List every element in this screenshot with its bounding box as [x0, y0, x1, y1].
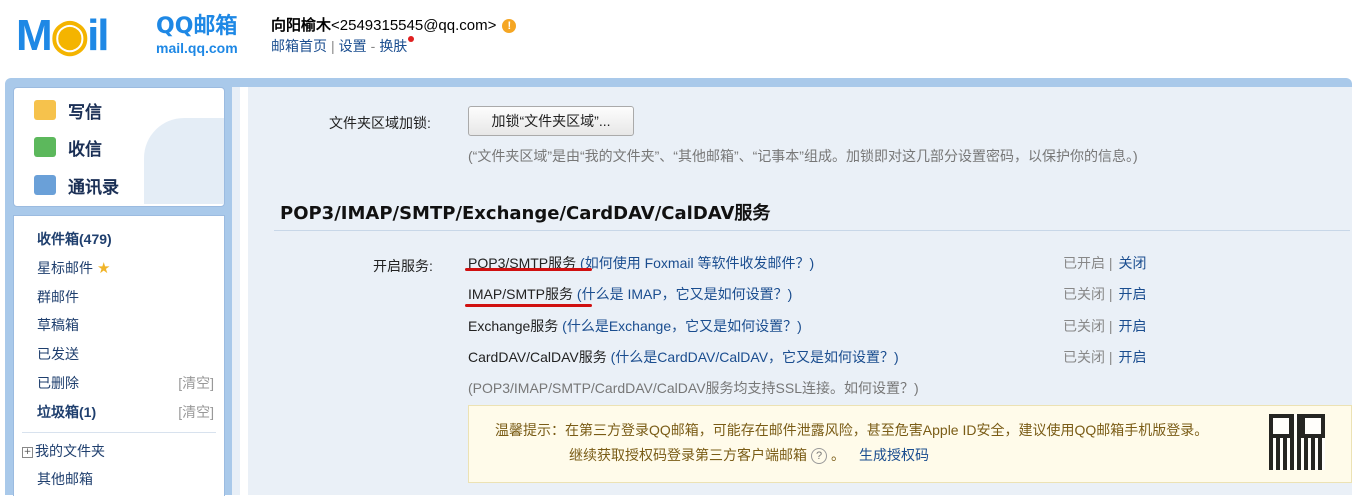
compose-button[interactable]: 写信 — [34, 95, 102, 125]
contacts-card-icon — [34, 175, 56, 195]
sidebar-actions: 写信 收信 通讯录 — [13, 87, 225, 207]
sidebar-item-my-folders[interactable]: + 我的文件夹 — [22, 441, 105, 461]
carddav-state: 已关闭 | — [1063, 349, 1113, 365]
download-icon — [34, 137, 56, 157]
star-icon: ★ — [97, 260, 111, 277]
user-email: <2549315545@qq.com> — [331, 17, 497, 34]
pop3-status: 已开启 | 关闭 — [1063, 253, 1147, 273]
exchange-status: 已关闭 | 开启 — [1063, 316, 1147, 336]
sidebar-item-group[interactable]: 群邮件 — [37, 287, 79, 307]
carddav-toggle-link[interactable]: 开启 — [1119, 349, 1147, 365]
user-name: 向阳榆木 — [271, 17, 332, 34]
carddav-name: CardDAV/CalDAV服务 — [468, 349, 607, 365]
red-underline-annotation — [465, 304, 592, 307]
starred-label: 星标邮件 — [37, 260, 93, 276]
user-info: 向阳榆木<2549315545@qq.com>! — [271, 14, 517, 35]
pop3-state: 已开启 | — [1063, 255, 1113, 271]
sidebar-item-inbox[interactable]: 收件箱(479) — [37, 229, 112, 249]
header: M◉il QQ邮箱 mail.qq.com 向阳榆木<2549315545@qq… — [0, 0, 1352, 80]
warning-tip-box: 温馨提示：在第三方登录QQ邮箱，可能存在邮件泄露风险，甚至危害Apple ID安… — [468, 405, 1352, 483]
sidebar-item-drafts[interactable]: 草稿箱 — [37, 315, 79, 335]
carddav-help-link[interactable]: (什么是CardDAV/CalDAV，它又是如何设置？) — [611, 349, 899, 365]
top-links: 邮箱首页 | 设置 - 换肤 — [271, 36, 415, 56]
pencil-icon — [34, 100, 56, 120]
contacts-label: 通讯录 — [68, 177, 119, 198]
service-row-carddav: CardDAV/CalDAV服务 (什么是CardDAV/CalDAV，它又是如… — [468, 347, 899, 367]
empty-deleted-button[interactable]: [清空] — [178, 373, 214, 393]
tip-line-1: 温馨提示：在第三方登录QQ邮箱，可能存在邮件泄露风险，甚至危害Apple ID安… — [495, 422, 1209, 438]
sidebar-folders: 收件箱(479) 星标邮件 ★ 群邮件 草稿箱 已发送 已删除 [清空] 垃圾箱(… — [13, 215, 225, 496]
lock-label: 文件夹区域加锁: — [329, 115, 431, 131]
skin-link[interactable]: 换肤 — [379, 38, 407, 54]
sidebar-item-starred[interactable]: 星标邮件 ★ — [37, 258, 110, 278]
pop3-toggle-link[interactable]: 关闭 — [1119, 255, 1147, 271]
section-divider — [274, 230, 1350, 231]
exchange-help-link[interactable]: (什么是Exchange，它又是如何设置？) — [562, 318, 802, 334]
sidebar-item-deleted[interactable]: 已删除 — [37, 373, 79, 393]
sidebar-divider — [22, 432, 216, 433]
my-folders-label: 我的文件夹 — [35, 443, 105, 459]
generate-auth-code-link[interactable]: 生成授权码 — [859, 447, 929, 463]
sidebar-item-sent[interactable]: 已发送 — [37, 344, 79, 364]
service-row-imap: IMAP/SMTP服务 (什么是 IMAP，它又是如何设置？) — [468, 284, 792, 304]
lock-note: (“文件夹区域”是由“我的文件夹”、“其他邮箱”、“记事本”组成。加锁即对这几部… — [468, 148, 1138, 164]
help-question-icon[interactable]: ? — [811, 448, 827, 465]
imap-status: 已关闭 | 开启 — [1063, 284, 1147, 304]
carddav-status: 已关闭 | 开启 — [1063, 347, 1147, 367]
qr-code-icon — [1269, 414, 1325, 470]
exchange-state: 已关闭 | — [1063, 318, 1113, 334]
imap-state: 已关闭 | — [1063, 286, 1113, 302]
imap-name: IMAP/SMTP服务 — [468, 286, 574, 302]
pop3-help-link[interactable]: (如何使用 Foxmail 等软件收发邮件？) — [580, 255, 814, 271]
qq-mail-logo[interactable]: M◉il QQ邮箱 mail.qq.com — [16, 12, 251, 62]
logo-mail-text: M◉il — [16, 11, 110, 60]
notification-dot-icon — [408, 36, 415, 42]
warning-icon[interactable]: ! — [502, 19, 517, 34]
penguin-watermark-icon — [144, 118, 224, 204]
logo-domain-text: mail.qq.com — [156, 40, 238, 56]
service-row-exchange: Exchange服务 (什么是Exchange，它又是如何设置？) — [468, 316, 802, 336]
compose-label: 写信 — [68, 102, 102, 123]
ssl-note: (POP3/IMAP/SMTP/CardDAV/CalDAV服务均支持SSL连接… — [468, 380, 919, 396]
tip-line-2-text: 继续获取授权码登录第三方客户端邮箱 — [569, 447, 807, 463]
sidebar-item-junk[interactable]: 垃圾箱(1) — [37, 402, 96, 422]
contacts-button[interactable]: 通讯录 — [34, 170, 119, 200]
mailbox-home-link[interactable]: 邮箱首页 — [271, 38, 327, 54]
logo-cn-text: QQ邮箱 — [156, 14, 238, 39]
imap-toggle-link[interactable]: 开启 — [1119, 286, 1147, 302]
red-underline-annotation — [465, 268, 592, 271]
receive-label: 收信 — [68, 139, 102, 160]
sidebar-item-other-mail[interactable]: 其他邮箱 — [37, 469, 93, 489]
empty-junk-button[interactable]: [清空] — [178, 402, 214, 422]
expand-plus-icon[interactable]: + — [22, 446, 33, 458]
tip-line-2: 继续获取授权码登录第三方客户端邮箱?。生成授权码 — [569, 447, 929, 465]
lock-folder-button[interactable]: 加锁“文件夹区域”... — [468, 106, 634, 136]
imap-help-link[interactable]: (什么是 IMAP，它又是如何设置？) — [577, 286, 792, 302]
service-label: 开启服务: — [373, 258, 433, 274]
section-title: POP3/IMAP/SMTP/Exchange/CardDAV/CalDAV服务 — [280, 203, 771, 224]
settings-link[interactable]: 设置 — [339, 38, 367, 54]
exchange-toggle-link[interactable]: 开启 — [1119, 318, 1147, 334]
exchange-name: Exchange服务 — [468, 318, 559, 334]
receive-button[interactable]: 收信 — [34, 132, 102, 162]
